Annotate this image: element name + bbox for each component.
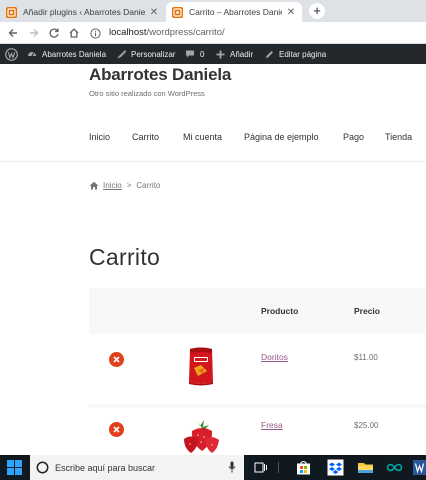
column-header-price: Precio: [354, 306, 380, 316]
nav-item-pagina-de-ejemplo[interactable]: Página de ejemplo: [244, 132, 319, 142]
browser-tab-strip: Añadir plugins ‹ Abarrotes Daniela ✕ Car…: [0, 0, 426, 22]
file-explorer-icon[interactable]: [357, 459, 374, 476]
taskbar-search-placeholder: Escribe aquí para buscar: [55, 462, 156, 473]
admin-bar-site-link[interactable]: Abarrotes Daniela: [27, 44, 106, 64]
breadcrumb-separator: >: [126, 180, 132, 190]
wordpress-favicon-icon: [172, 6, 183, 18]
pencil-icon: [266, 50, 273, 58]
admin-bar-customize-label: Personalizar: [131, 49, 176, 59]
remove-item-button[interactable]: [109, 352, 124, 367]
column-header-product: Producto: [261, 306, 299, 316]
forward-button[interactable]: [26, 25, 42, 41]
admin-bar-edit-label: Editar página: [279, 49, 327, 59]
admin-bar-new-link[interactable]: Añadir: [216, 44, 253, 64]
wp-admin-bar: Abarrotes Daniela Personalizar 0 Añadir …: [0, 44, 426, 64]
url-host: localhost: [109, 27, 147, 38]
taskbar-search-input[interactable]: Escribe aquí para buscar: [30, 455, 244, 480]
close-icon: [113, 356, 120, 363]
home-icon: [89, 181, 99, 189]
plus-icon: [216, 50, 225, 58]
wp-logo-button[interactable]: [5, 44, 23, 64]
dropbox-icon[interactable]: [327, 459, 344, 476]
new-tab-button[interactable]: +: [309, 3, 325, 19]
nav-item-inicio[interactable]: Inicio: [89, 132, 110, 142]
task-view-icon[interactable]: [252, 459, 269, 476]
tab-carrito[interactable]: Carrito – Abarrotes Daniela ✕: [166, 2, 302, 22]
reload-button[interactable]: [46, 25, 62, 41]
doritos-thumbnail[interactable]: [186, 346, 216, 386]
table-row: [89, 408, 426, 455]
windows-start-icon[interactable]: [7, 460, 22, 475]
comment-icon: [186, 50, 194, 58]
nav-item-carrito[interactable]: Carrito: [132, 132, 159, 142]
arrow-left-icon: [8, 29, 17, 37]
microphone-icon[interactable]: [228, 461, 236, 473]
wordpress-logo-icon: [5, 47, 18, 61]
site-description: Otro sitio realizado con WordPress: [89, 89, 205, 98]
tab-title: Añadir plugins ‹ Abarrotes Daniela: [23, 7, 145, 17]
taskbar-divider-icon: [278, 462, 279, 473]
product-price: $11.00: [354, 353, 378, 362]
admin-bar-site-label: Abarrotes Daniela: [42, 49, 107, 59]
store-icon[interactable]: [295, 459, 312, 476]
wordpress-favicon-icon: [6, 6, 17, 18]
home-button[interactable]: [66, 25, 82, 41]
remove-item-button[interactable]: [109, 422, 124, 437]
cortana-circle-icon: [36, 461, 49, 474]
breadcrumb: Inicio > Carrito: [89, 179, 160, 191]
product-link-doritos[interactable]: Doritos: [261, 352, 288, 362]
address-bar: localhost/wordpress/carrito/: [0, 22, 426, 44]
product-link-fresa[interactable]: Fresa: [261, 420, 283, 430]
dashboard-icon: [28, 52, 36, 57]
page-title: Carrito: [89, 244, 161, 270]
table-row: [89, 334, 426, 404]
header-divider: [0, 161, 426, 162]
nav-item-mi-cuenta[interactable]: Mi cuenta: [183, 132, 222, 142]
product-price: $25.00: [354, 421, 379, 430]
breadcrumb-current: Carrito: [136, 180, 161, 190]
tab-add-plugins[interactable]: Añadir plugins ‹ Abarrotes Daniela ✕: [0, 2, 165, 22]
url-path: /wordpress/carrito/: [146, 27, 225, 38]
home-icon: [69, 28, 79, 38]
admin-bar-customize-link[interactable]: Personalizar: [117, 44, 175, 64]
fresa-thumbnail[interactable]: [182, 417, 220, 455]
close-tab-icon[interactable]: ✕: [286, 7, 296, 18]
windows-taskbar: Escribe aquí para buscar: [0, 455, 426, 480]
back-button[interactable]: [5, 25, 21, 41]
nav-item-pago[interactable]: Pago: [343, 132, 364, 142]
arrow-right-icon: [30, 29, 39, 37]
site-title[interactable]: Abarrotes Daniela: [89, 65, 231, 85]
info-icon[interactable]: [90, 27, 101, 39]
url-field[interactable]: localhost/wordpress/carrito/: [90, 25, 225, 41]
comments-count: 0: [200, 49, 205, 59]
breadcrumb-home-link[interactable]: Inicio: [103, 181, 122, 190]
close-tab-icon[interactable]: ✕: [149, 7, 159, 18]
admin-bar-new-label: Añadir: [230, 49, 254, 59]
tab-title: Carrito – Abarrotes Daniela: [189, 7, 282, 17]
brush-icon: [117, 49, 126, 58]
reload-icon: [49, 28, 59, 38]
arduino-icon[interactable]: [386, 459, 403, 476]
word-icon[interactable]: [413, 459, 426, 476]
close-icon: [113, 426, 120, 433]
admin-bar-edit-link[interactable]: Editar página: [265, 44, 326, 64]
admin-bar-comments-link[interactable]: 0: [185, 44, 204, 64]
nav-item-tienda[interactable]: Tienda: [385, 132, 412, 142]
